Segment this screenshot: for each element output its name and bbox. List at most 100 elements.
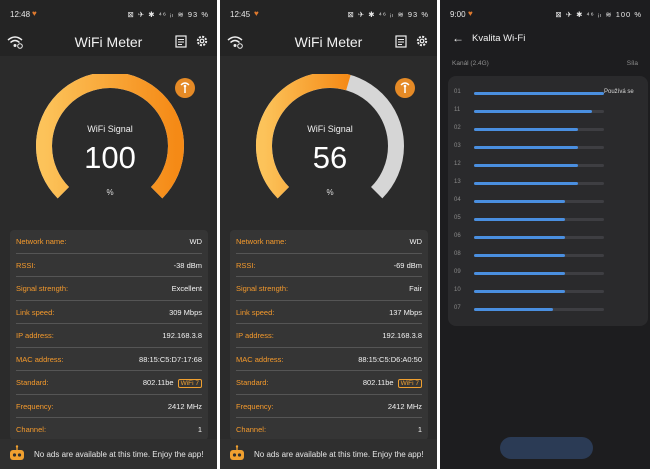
wifi-meter-screen-1: 12:48 ♥ ⊠ ✈ ✱ ⁴⁶ ᵢₗ ≋ 93 % WiFi Meter Wi… — [0, 0, 217, 469]
status-time: 12:45 — [230, 10, 251, 19]
info-value-text: 309 Mbps — [169, 307, 202, 317]
info-value-text: 88:15:C5:D7:17:68 — [139, 354, 202, 364]
ad-banner: No ads are available at this time. Enjoy… — [220, 439, 437, 469]
channel-bar — [474, 128, 578, 131]
info-key: Signal strength: — [16, 284, 69, 293]
info-value-text: 802.11be — [142, 378, 174, 387]
info-value: 1 — [198, 425, 202, 434]
info-row: IP address: 192.168.3.8 — [16, 324, 202, 348]
back-arrow-icon[interactable]: ← — [452, 31, 464, 45]
status-bar: 12:48 ♥ ⊠ ✈ ✱ ⁴⁶ ᵢₗ ≋ 93 % — [0, 0, 217, 28]
channel-bar-track — [474, 218, 604, 221]
heart-icon: ♥ — [468, 9, 473, 18]
battery-text: 93 % — [407, 10, 429, 19]
channel-row: 08 — [454, 248, 642, 262]
channel-row: 03 — [454, 140, 642, 154]
wifi-meter-screen-2: 12:45 ♥ ⊠ ✈ ✱ ⁴⁶ ᵢₗ ≋ 93 % WiFi Meter Wi… — [220, 0, 437, 469]
wifi-quality-screen: 9:00 ♥ ⊠ ✈ ✱ ⁴⁶ ᵢₗ ≋ 100 % ← Kvalita Wi-… — [440, 0, 650, 469]
info-row: MAC address: 88:15:C5:D6:A0:50 — [236, 348, 422, 371]
channel-number: 07 — [454, 305, 461, 311]
status-bar: 12:45 ♥ ⊠ ✈ ✱ ⁴⁶ ᵢₗ ≋ 93 % — [220, 0, 437, 28]
info-value: Excellent — [172, 284, 202, 293]
info-value: 192.168.3.8 — [162, 331, 202, 340]
channel-number: 04 — [454, 197, 461, 203]
app-bar: WiFi Meter — [220, 28, 437, 56]
info-value: 309 Mbps — [169, 308, 202, 317]
gear-icon[interactable] — [415, 34, 429, 48]
info-key: IP address: — [236, 331, 274, 340]
info-value: WD — [190, 237, 203, 246]
info-key: Link speed: — [236, 307, 275, 317]
strength-label: Síla — [626, 60, 638, 67]
signal-unit: % — [106, 188, 114, 197]
channel-number: 02 — [454, 125, 461, 131]
info-value-text: 192.168.3.8 — [162, 331, 202, 340]
channel-bar-track — [474, 200, 604, 203]
info-value-text: WD — [189, 237, 203, 246]
channel-bar — [474, 218, 565, 221]
info-key: MAC address: — [16, 354, 64, 364]
channel-row: 10 — [454, 284, 642, 298]
channel-number: 09 — [454, 269, 461, 275]
info-value-text: 137 Mbps — [389, 307, 422, 317]
info-value-text: 802.11be — [362, 378, 394, 387]
info-value-text: Excellent — [171, 284, 202, 293]
gauge-label: WiFi Signal — [307, 124, 353, 134]
document-icon[interactable] — [395, 35, 407, 48]
in-use-label: Používá se — [604, 89, 634, 95]
info-value: WD — [410, 237, 423, 246]
wifi-standard-badge: WiFi 7 — [177, 379, 202, 388]
status-indicators: ⊠ ✈ ✱ ⁴⁶ ᵢₗ ≋ — [347, 10, 405, 19]
ad-text: No ads are available at this time. Enjoy… — [34, 450, 204, 459]
info-row: Link speed: 309 Mbps — [16, 301, 202, 324]
channel-bar — [474, 110, 593, 113]
channel-bar — [474, 182, 578, 185]
channel-bar-track — [474, 254, 604, 257]
signal-gauge: WiFi Signal 100 % — [30, 74, 190, 214]
info-value: Fair — [409, 284, 422, 293]
channel-row: 12 — [454, 158, 642, 172]
info-value: -69 dBm — [394, 261, 422, 270]
info-key: RSSI: — [16, 260, 36, 270]
info-row: Frequency: 2412 MHz — [236, 395, 422, 418]
info-value: 802.11be WiFi 7 — [143, 378, 202, 388]
status-time: 9:00 — [450, 10, 466, 19]
channel-row: 13 — [454, 176, 642, 190]
info-value: 88:15:C5:D7:17:68 — [139, 355, 202, 364]
channel-bar-track — [474, 236, 604, 239]
ad-banner: No ads are available at this time. Enjoy… — [0, 439, 217, 469]
battery-text: 93 % — [187, 10, 209, 19]
info-key: RSSI: — [236, 260, 256, 270]
channel-bar-track — [474, 182, 604, 185]
document-icon[interactable] — [175, 35, 187, 48]
channel-bar — [474, 92, 604, 95]
info-row: Frequency: 2412 MHz — [16, 395, 202, 418]
battery-text: 100 % — [615, 10, 642, 19]
channel-number: 03 — [454, 143, 461, 149]
info-row: RSSI: -69 dBm — [236, 254, 422, 277]
channel-bar — [474, 308, 554, 311]
signal-value: 56 — [312, 140, 348, 175]
info-value-text: -69 dBm — [393, 260, 422, 270]
channel-list: 01 Používá se 11 02 03 12 13 04 05 06 08 09 10 07 — [448, 76, 648, 326]
bottom-action-button[interactable] — [500, 437, 593, 459]
info-key: Standard: — [16, 378, 49, 387]
info-value-text: 1 — [197, 425, 202, 434]
channel-bar — [474, 272, 565, 275]
channel-bar-track — [474, 164, 604, 167]
status-icons: ⊠ ✈ ✱ ⁴⁶ ᵢₗ ≋ 93 % — [128, 10, 210, 19]
info-key: Network name: — [16, 237, 67, 246]
network-info-card: Network name: WD RSSI: -69 dBm Signal streng… — [230, 230, 428, 440]
ad-text: No ads are available at this time. Enjoy… — [254, 450, 424, 459]
channel-number: 10 — [454, 287, 461, 293]
wifi-standard-badge: WiFi 7 — [397, 379, 422, 388]
info-key: Channel: — [16, 425, 47, 434]
channel-row: 11 — [454, 104, 642, 118]
info-key: Network name: — [236, 237, 287, 246]
channel-row: 09 — [454, 266, 642, 280]
gear-icon[interactable] — [195, 34, 209, 48]
channel-bar-track — [474, 272, 604, 275]
info-value-text: -38 dBm — [173, 260, 202, 270]
info-row: Standard: 802.11be WiFi 7 — [16, 371, 202, 395]
info-value: 88:15:C5:D6:A0:50 — [358, 355, 422, 364]
